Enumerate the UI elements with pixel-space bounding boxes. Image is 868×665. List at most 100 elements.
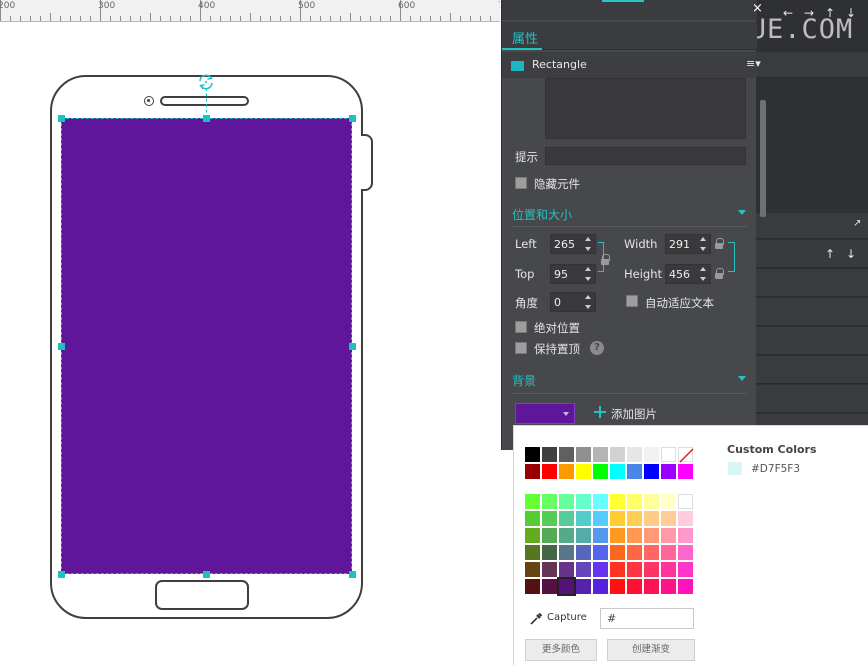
palette-color-swatch[interactable] xyxy=(559,511,574,526)
spinner-icon[interactable] xyxy=(699,237,708,251)
basic-color-swatch[interactable] xyxy=(627,447,642,462)
palette-color-swatch[interactable] xyxy=(627,579,642,594)
collapse-arrow-icon[interactable] xyxy=(738,376,746,381)
selected-rectangle[interactable] xyxy=(61,118,352,574)
palette-color-swatch[interactable] xyxy=(661,579,676,594)
palette-color-swatch[interactable] xyxy=(542,511,557,526)
basic-color-swatch[interactable] xyxy=(593,464,608,479)
menu-icon[interactable]: ≡▾ xyxy=(746,57,761,70)
tab-properties[interactable]: 属性 xyxy=(512,28,538,47)
palette-color-swatch[interactable] xyxy=(576,579,591,594)
palette-color-swatch[interactable] xyxy=(542,494,557,509)
palette-color-swatch[interactable] xyxy=(627,528,642,543)
add-image-button[interactable]: 添加图片 xyxy=(611,406,657,422)
spinner-icon[interactable] xyxy=(584,295,593,309)
palette-color-swatch[interactable] xyxy=(593,562,608,577)
palette-color-swatch[interactable] xyxy=(557,577,576,596)
palette-color-swatch[interactable] xyxy=(576,494,591,509)
palette-color-swatch[interactable] xyxy=(576,545,591,560)
palette-color-swatch[interactable] xyxy=(525,562,540,577)
palette-color-swatch[interactable] xyxy=(661,545,676,560)
palette-color-swatch[interactable] xyxy=(559,545,574,560)
palette-color-swatch[interactable] xyxy=(610,545,625,560)
spinner-icon[interactable] xyxy=(584,267,593,281)
palette-color-swatch[interactable] xyxy=(559,562,574,577)
palette-color-swatch[interactable] xyxy=(644,494,659,509)
left-input[interactable]: 265 xyxy=(550,234,596,254)
height-input[interactable]: 456 xyxy=(665,264,711,284)
position-section-title[interactable]: 位置和大小 xyxy=(512,206,572,223)
palette-color-swatch[interactable] xyxy=(661,528,676,543)
spinner-icon[interactable] xyxy=(699,267,708,281)
palette-color-swatch[interactable] xyxy=(542,579,557,594)
background-section-title[interactable]: 背景 xyxy=(512,372,536,389)
palette-color-swatch[interactable] xyxy=(627,511,642,526)
panel-scrollbar[interactable] xyxy=(760,100,766,217)
palette-color-swatch[interactable] xyxy=(542,562,557,577)
basic-color-swatch[interactable] xyxy=(610,447,625,462)
help-icon[interactable]: ? xyxy=(590,341,604,355)
basic-color-swatch[interactable] xyxy=(661,447,676,462)
palette-color-swatch[interactable] xyxy=(644,511,659,526)
fill-color-dropdown[interactable] xyxy=(515,403,575,424)
palette-color-swatch[interactable] xyxy=(644,528,659,543)
palette-color-swatch[interactable] xyxy=(525,494,540,509)
palette-color-swatch[interactable] xyxy=(678,528,693,543)
palette-color-swatch[interactable] xyxy=(678,545,693,560)
palette-color-swatch[interactable] xyxy=(678,579,693,594)
move-up-icon[interactable]: ↑ xyxy=(825,247,835,261)
resize-handle-se[interactable] xyxy=(349,571,356,578)
palette-color-swatch[interactable] xyxy=(593,494,608,509)
basic-color-swatch[interactable] xyxy=(678,464,693,479)
top-input[interactable]: 95 xyxy=(550,264,596,284)
basic-color-swatch[interactable] xyxy=(525,464,540,479)
text-area[interactable] xyxy=(545,78,746,139)
palette-color-swatch[interactable] xyxy=(542,545,557,560)
spinner-icon[interactable] xyxy=(584,237,593,251)
basic-color-swatch[interactable] xyxy=(644,447,659,462)
absolute-position-checkbox[interactable] xyxy=(515,321,527,333)
palette-color-swatch[interactable] xyxy=(661,562,676,577)
basic-color-swatch[interactable] xyxy=(576,464,591,479)
keep-on-top-checkbox[interactable] xyxy=(515,342,527,354)
palette-color-swatch[interactable] xyxy=(627,562,642,577)
palette-color-swatch[interactable] xyxy=(559,528,574,543)
basic-color-swatch[interactable] xyxy=(542,447,557,462)
eyedropper-icon[interactable] xyxy=(529,612,543,626)
resize-handle-n[interactable] xyxy=(203,115,210,122)
palette-color-swatch[interactable] xyxy=(627,545,642,560)
palette-color-swatch[interactable] xyxy=(576,511,591,526)
palette-color-swatch[interactable] xyxy=(525,511,540,526)
palette-color-swatch[interactable] xyxy=(610,562,625,577)
basic-color-swatch[interactable] xyxy=(610,464,625,479)
resize-handle-ne[interactable] xyxy=(349,115,356,122)
palette-color-swatch[interactable] xyxy=(627,494,642,509)
hex-input[interactable]: # xyxy=(600,608,694,629)
palette-color-swatch[interactable] xyxy=(559,494,574,509)
palette-color-swatch[interactable] xyxy=(593,511,608,526)
palette-color-swatch[interactable] xyxy=(644,562,659,577)
palette-color-swatch[interactable] xyxy=(576,528,591,543)
collapse-arrow-icon[interactable] xyxy=(738,210,746,215)
basic-color-swatch[interactable] xyxy=(644,464,659,479)
palette-color-swatch[interactable] xyxy=(610,511,625,526)
basic-color-swatch[interactable] xyxy=(525,447,540,462)
capture-button[interactable]: Capture xyxy=(547,612,587,623)
hide-checkbox[interactable] xyxy=(515,177,527,189)
palette-color-swatch[interactable] xyxy=(610,494,625,509)
palette-color-swatch[interactable] xyxy=(661,511,676,526)
custom-color-swatch[interactable] xyxy=(728,462,742,475)
angle-input[interactable]: 0 xyxy=(550,292,596,312)
resize-handle-e[interactable] xyxy=(349,343,356,350)
palette-color-swatch[interactable] xyxy=(644,545,659,560)
palette-color-swatch[interactable] xyxy=(593,528,608,543)
palette-color-swatch[interactable] xyxy=(593,545,608,560)
close-icon[interactable]: × xyxy=(752,2,763,16)
basic-color-swatch[interactable] xyxy=(559,447,574,462)
resize-handle-nw[interactable] xyxy=(58,115,65,122)
palette-color-swatch[interactable] xyxy=(525,579,540,594)
palette-color-swatch[interactable] xyxy=(593,579,608,594)
basic-color-swatch[interactable] xyxy=(678,447,694,463)
more-colors-button[interactable]: 更多颜色 xyxy=(525,639,597,661)
lock-icon[interactable] xyxy=(715,268,724,280)
